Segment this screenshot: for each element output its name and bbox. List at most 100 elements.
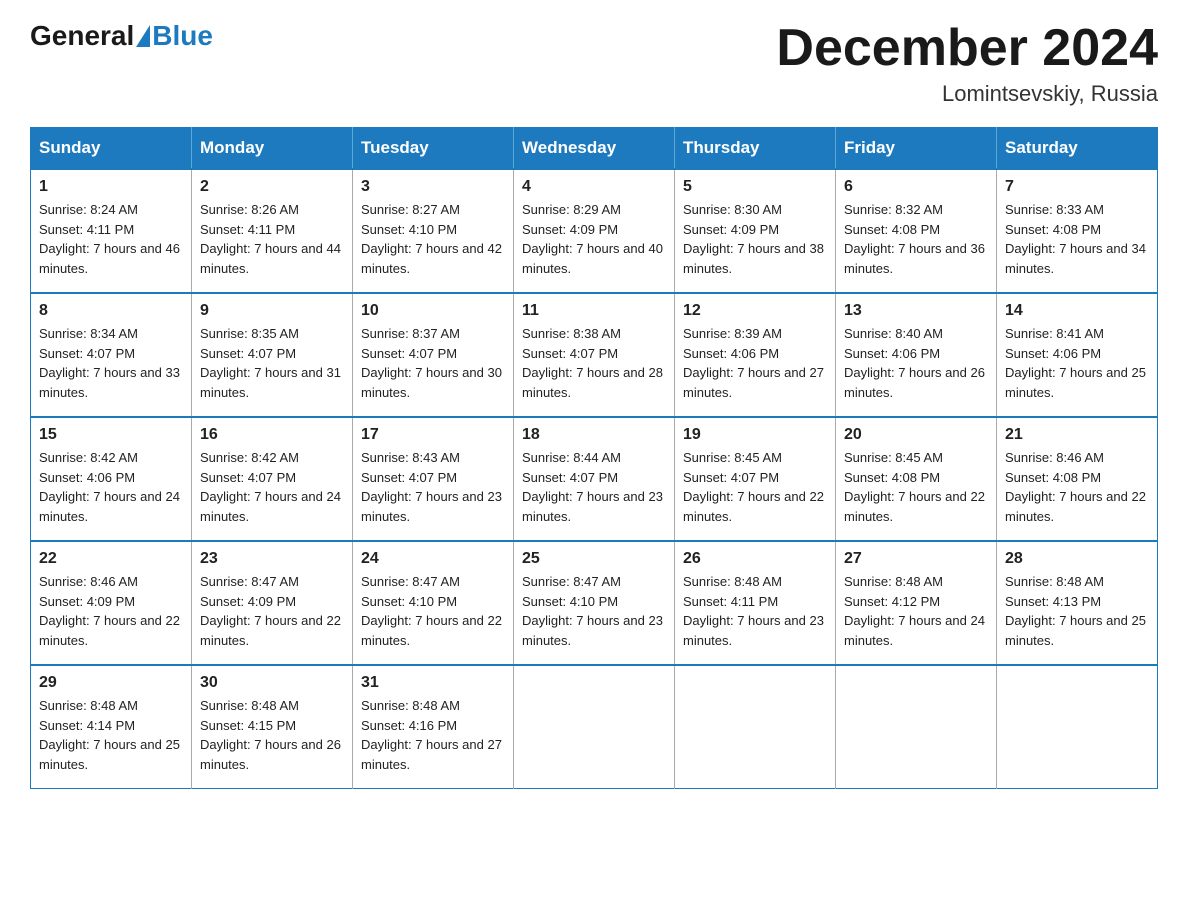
day-info: Sunrise: 8:42 AMSunset: 4:07 PMDaylight:… bbox=[200, 448, 344, 526]
day-number: 9 bbox=[200, 302, 344, 320]
calendar-cell: 17 Sunrise: 8:43 AMSunset: 4:07 PMDaylig… bbox=[353, 417, 514, 541]
day-number: 1 bbox=[39, 178, 183, 196]
day-info: Sunrise: 8:43 AMSunset: 4:07 PMDaylight:… bbox=[361, 448, 505, 526]
calendar-cell: 30 Sunrise: 8:48 AMSunset: 4:15 PMDaylig… bbox=[192, 665, 353, 789]
calendar-cell: 4 Sunrise: 8:29 AMSunset: 4:09 PMDayligh… bbox=[514, 169, 675, 293]
month-title: December 2024 bbox=[776, 20, 1158, 77]
logo-general-text: General bbox=[30, 20, 134, 52]
day-info: Sunrise: 8:30 AMSunset: 4:09 PMDaylight:… bbox=[683, 200, 827, 278]
day-info: Sunrise: 8:47 AMSunset: 4:10 PMDaylight:… bbox=[361, 572, 505, 650]
day-info: Sunrise: 8:42 AMSunset: 4:06 PMDaylight:… bbox=[39, 448, 183, 526]
day-info: Sunrise: 8:45 AMSunset: 4:07 PMDaylight:… bbox=[683, 448, 827, 526]
calendar-cell: 29 Sunrise: 8:48 AMSunset: 4:14 PMDaylig… bbox=[31, 665, 192, 789]
calendar-cell: 10 Sunrise: 8:37 AMSunset: 4:07 PMDaylig… bbox=[353, 293, 514, 417]
day-number: 12 bbox=[683, 302, 827, 320]
week-row-3: 15 Sunrise: 8:42 AMSunset: 4:06 PMDaylig… bbox=[31, 417, 1158, 541]
day-number: 27 bbox=[844, 550, 988, 568]
day-info: Sunrise: 8:40 AMSunset: 4:06 PMDaylight:… bbox=[844, 324, 988, 402]
day-number: 28 bbox=[1005, 550, 1149, 568]
logo: General Blue bbox=[30, 20, 213, 52]
day-info: Sunrise: 8:47 AMSunset: 4:10 PMDaylight:… bbox=[522, 572, 666, 650]
calendar-cell bbox=[675, 665, 836, 789]
col-tuesday: Tuesday bbox=[353, 128, 514, 170]
day-number: 6 bbox=[844, 178, 988, 196]
day-number: 2 bbox=[200, 178, 344, 196]
calendar-cell bbox=[836, 665, 997, 789]
calendar-cell: 7 Sunrise: 8:33 AMSunset: 4:08 PMDayligh… bbox=[997, 169, 1158, 293]
calendar-cell: 3 Sunrise: 8:27 AMSunset: 4:10 PMDayligh… bbox=[353, 169, 514, 293]
calendar-cell: 25 Sunrise: 8:47 AMSunset: 4:10 PMDaylig… bbox=[514, 541, 675, 665]
day-info: Sunrise: 8:34 AMSunset: 4:07 PMDaylight:… bbox=[39, 324, 183, 402]
day-number: 13 bbox=[844, 302, 988, 320]
col-saturday: Saturday bbox=[997, 128, 1158, 170]
day-info: Sunrise: 8:24 AMSunset: 4:11 PMDaylight:… bbox=[39, 200, 183, 278]
calendar-cell: 1 Sunrise: 8:24 AMSunset: 4:11 PMDayligh… bbox=[31, 169, 192, 293]
col-thursday: Thursday bbox=[675, 128, 836, 170]
day-info: Sunrise: 8:45 AMSunset: 4:08 PMDaylight:… bbox=[844, 448, 988, 526]
day-number: 30 bbox=[200, 674, 344, 692]
day-number: 31 bbox=[361, 674, 505, 692]
day-info: Sunrise: 8:35 AMSunset: 4:07 PMDaylight:… bbox=[200, 324, 344, 402]
calendar-cell: 26 Sunrise: 8:48 AMSunset: 4:11 PMDaylig… bbox=[675, 541, 836, 665]
calendar-cell: 19 Sunrise: 8:45 AMSunset: 4:07 PMDaylig… bbox=[675, 417, 836, 541]
day-number: 7 bbox=[1005, 178, 1149, 196]
day-number: 18 bbox=[522, 426, 666, 444]
calendar-cell: 31 Sunrise: 8:48 AMSunset: 4:16 PMDaylig… bbox=[353, 665, 514, 789]
col-sunday: Sunday bbox=[31, 128, 192, 170]
location-subtitle: Lomintsevskiy, Russia bbox=[776, 81, 1158, 107]
day-number: 22 bbox=[39, 550, 183, 568]
day-number: 14 bbox=[1005, 302, 1149, 320]
calendar-cell: 16 Sunrise: 8:42 AMSunset: 4:07 PMDaylig… bbox=[192, 417, 353, 541]
col-monday: Monday bbox=[192, 128, 353, 170]
day-info: Sunrise: 8:32 AMSunset: 4:08 PMDaylight:… bbox=[844, 200, 988, 278]
day-number: 11 bbox=[522, 302, 666, 320]
day-number: 16 bbox=[200, 426, 344, 444]
calendar-cell: 22 Sunrise: 8:46 AMSunset: 4:09 PMDaylig… bbox=[31, 541, 192, 665]
logo-triangle-icon bbox=[136, 25, 150, 47]
calendar-cell: 28 Sunrise: 8:48 AMSunset: 4:13 PMDaylig… bbox=[997, 541, 1158, 665]
calendar-cell: 2 Sunrise: 8:26 AMSunset: 4:11 PMDayligh… bbox=[192, 169, 353, 293]
day-info: Sunrise: 8:38 AMSunset: 4:07 PMDaylight:… bbox=[522, 324, 666, 402]
calendar-cell: 8 Sunrise: 8:34 AMSunset: 4:07 PMDayligh… bbox=[31, 293, 192, 417]
calendar-cell bbox=[514, 665, 675, 789]
page-header: General Blue December 2024 Lomintsevskiy… bbox=[30, 20, 1158, 107]
col-wednesday: Wednesday bbox=[514, 128, 675, 170]
day-number: 26 bbox=[683, 550, 827, 568]
calendar-cell: 21 Sunrise: 8:46 AMSunset: 4:08 PMDaylig… bbox=[997, 417, 1158, 541]
calendar-cell: 5 Sunrise: 8:30 AMSunset: 4:09 PMDayligh… bbox=[675, 169, 836, 293]
day-number: 5 bbox=[683, 178, 827, 196]
day-info: Sunrise: 8:39 AMSunset: 4:06 PMDaylight:… bbox=[683, 324, 827, 402]
day-info: Sunrise: 8:37 AMSunset: 4:07 PMDaylight:… bbox=[361, 324, 505, 402]
day-number: 4 bbox=[522, 178, 666, 196]
day-info: Sunrise: 8:46 AMSunset: 4:09 PMDaylight:… bbox=[39, 572, 183, 650]
calendar-cell: 18 Sunrise: 8:44 AMSunset: 4:07 PMDaylig… bbox=[514, 417, 675, 541]
day-number: 25 bbox=[522, 550, 666, 568]
day-number: 20 bbox=[844, 426, 988, 444]
calendar-cell: 12 Sunrise: 8:39 AMSunset: 4:06 PMDaylig… bbox=[675, 293, 836, 417]
calendar-cell: 23 Sunrise: 8:47 AMSunset: 4:09 PMDaylig… bbox=[192, 541, 353, 665]
calendar-cell: 14 Sunrise: 8:41 AMSunset: 4:06 PMDaylig… bbox=[997, 293, 1158, 417]
day-info: Sunrise: 8:29 AMSunset: 4:09 PMDaylight:… bbox=[522, 200, 666, 278]
day-number: 23 bbox=[200, 550, 344, 568]
day-info: Sunrise: 8:48 AMSunset: 4:11 PMDaylight:… bbox=[683, 572, 827, 650]
day-info: Sunrise: 8:48 AMSunset: 4:15 PMDaylight:… bbox=[200, 696, 344, 774]
calendar-cell: 27 Sunrise: 8:48 AMSunset: 4:12 PMDaylig… bbox=[836, 541, 997, 665]
day-number: 19 bbox=[683, 426, 827, 444]
col-friday: Friday bbox=[836, 128, 997, 170]
calendar-cell: 9 Sunrise: 8:35 AMSunset: 4:07 PMDayligh… bbox=[192, 293, 353, 417]
week-row-4: 22 Sunrise: 8:46 AMSunset: 4:09 PMDaylig… bbox=[31, 541, 1158, 665]
day-number: 10 bbox=[361, 302, 505, 320]
title-container: December 2024 Lomintsevskiy, Russia bbox=[776, 20, 1158, 107]
day-info: Sunrise: 8:48 AMSunset: 4:16 PMDaylight:… bbox=[361, 696, 505, 774]
day-info: Sunrise: 8:41 AMSunset: 4:06 PMDaylight:… bbox=[1005, 324, 1149, 402]
calendar-cell: 11 Sunrise: 8:38 AMSunset: 4:07 PMDaylig… bbox=[514, 293, 675, 417]
calendar-cell: 20 Sunrise: 8:45 AMSunset: 4:08 PMDaylig… bbox=[836, 417, 997, 541]
calendar-table: Sunday Monday Tuesday Wednesday Thursday… bbox=[30, 127, 1158, 789]
week-row-2: 8 Sunrise: 8:34 AMSunset: 4:07 PMDayligh… bbox=[31, 293, 1158, 417]
day-info: Sunrise: 8:27 AMSunset: 4:10 PMDaylight:… bbox=[361, 200, 505, 278]
day-number: 21 bbox=[1005, 426, 1149, 444]
calendar-header-row: Sunday Monday Tuesday Wednesday Thursday… bbox=[31, 128, 1158, 170]
day-info: Sunrise: 8:47 AMSunset: 4:09 PMDaylight:… bbox=[200, 572, 344, 650]
day-info: Sunrise: 8:44 AMSunset: 4:07 PMDaylight:… bbox=[522, 448, 666, 526]
week-row-5: 29 Sunrise: 8:48 AMSunset: 4:14 PMDaylig… bbox=[31, 665, 1158, 789]
